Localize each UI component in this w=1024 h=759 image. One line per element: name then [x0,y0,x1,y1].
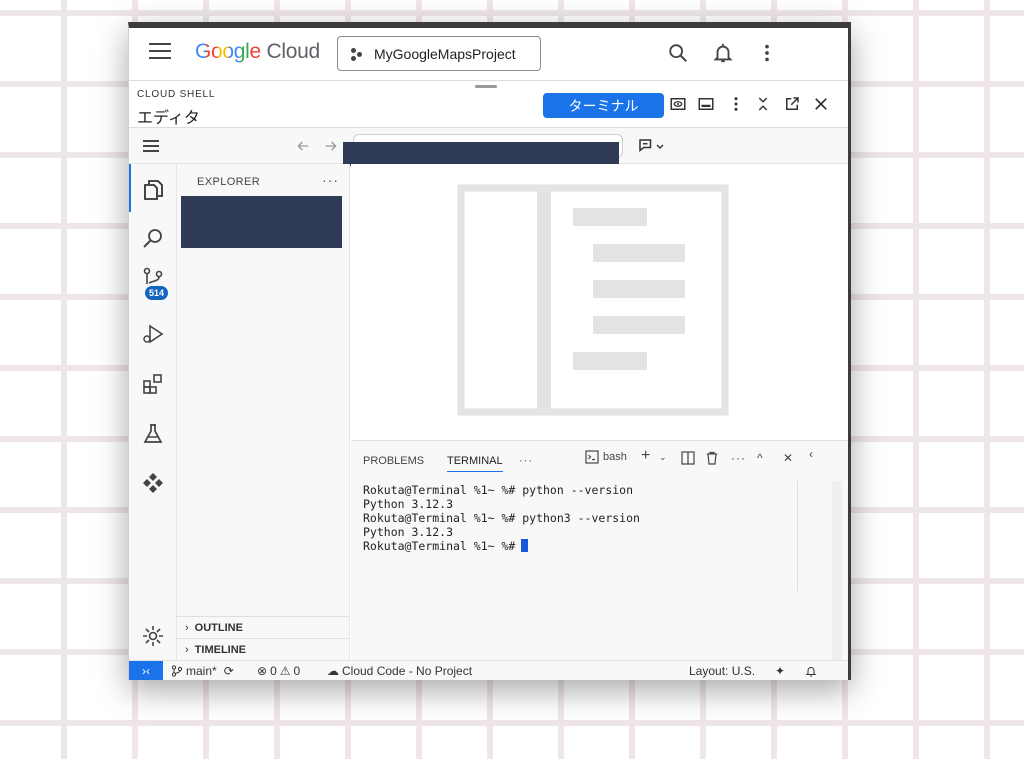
terminal-output[interactable]: Rokuta@Terminal %1~ %# python --version P… [363,483,640,553]
cloud-code-status[interactable]: ☁ Cloud Code - No Project [327,664,472,678]
panel-more-icon[interactable]: ··· [519,455,533,467]
timeline-section[interactable]: › TIMELINE [177,638,349,660]
cloud-code-icon[interactable] [141,470,165,494]
terminal-tabs-divider [797,481,798,591]
terminal-cursor [521,539,529,552]
git-branch-icon [171,665,183,677]
new-terminal-icon[interactable]: + [641,447,650,465]
copilot-chat-icon[interactable] [637,137,655,155]
editor-title: エディタ [137,110,200,127]
more-vert-icon[interactable] [756,42,778,64]
close-shell-icon[interactable] [812,95,830,113]
cloud-shell-label: CLOUD SHELL [137,89,216,100]
project-picker-button[interactable]: MyGoogleMapsProject [337,36,541,71]
code-editor: 514 EXPLORER ··· › OUTLINE › TIMELINE PR… [129,128,848,661]
redacted-file-tree [181,196,342,248]
shell-name: bash [603,451,627,463]
source-control-badge: 514 [145,286,169,300]
settings-gear-icon[interactable] [141,624,165,648]
chevron-right-icon: › [185,621,189,634]
console-header: Google Cloud MyGoogleMapsProject [129,28,848,80]
sparkle-icon[interactable]: ✦ [775,664,785,678]
open-terminal-button[interactable]: ターミナル [543,93,664,118]
explorer-files-icon[interactable] [141,178,165,202]
terminal-profile[interactable]: bash [585,450,627,464]
cloud-console-window: Google Cloud MyGoogleMapsProject CLOUD S… [128,22,851,680]
editor-menu-icon[interactable] [143,140,159,154]
notifications-icon[interactable] [712,42,734,64]
resize-handle[interactable] [475,85,497,88]
notifications-bell-icon[interactable] [805,665,817,677]
chevron-down-icon[interactable]: ⌄ [659,452,667,463]
terminal-icon [585,450,599,464]
branch-status[interactable]: main* ⟳ [171,664,234,678]
split-terminal-icon[interactable] [681,451,695,465]
open-new-window-icon[interactable] [783,95,801,113]
testing-flask-icon[interactable] [141,422,165,446]
error-icon: ⊗ [257,664,268,678]
remote-indicator-icon[interactable]: ›‹ [129,661,163,680]
search-view-icon[interactable] [141,226,165,250]
shell-more-icon[interactable] [727,95,745,113]
sync-icon: ⟳ [223,664,234,678]
chevron-right-icon: › [185,643,189,656]
google-cloud-logo[interactable]: Google Cloud [195,40,320,64]
maximize-panel-icon[interactable]: ^ [757,451,763,465]
cloud-icon: ☁ [327,664,339,678]
main-menu-icon[interactable] [149,43,171,61]
run-debug-icon[interactable] [141,322,165,346]
warning-icon: ⚠ [279,664,291,678]
chevron-down-icon[interactable] [655,142,665,152]
tab-terminal[interactable]: TERMINAL [447,455,503,472]
status-bar: ›‹ main* ⟳ ⊗ 0 ⚠ 0 ☁ Cloud Code - No Proje… [129,660,848,680]
editor-title-bar [129,128,848,166]
activity-bar: 514 [129,164,177,660]
explorer-more-icon[interactable]: ··· [322,172,339,188]
back-arrow-icon[interactable] [295,138,311,154]
minimize-icon[interactable] [754,95,772,113]
problems-status[interactable]: ⊗ 0 ⚠ 0 [257,664,300,678]
logo-google: Google [195,40,261,63]
terminal-more-icon[interactable]: ··· [731,451,746,465]
terminal-scrollbar[interactable] [832,481,842,661]
explorer-title: EXPLORER [197,176,261,188]
project-icon [350,47,364,61]
redacted-region [343,142,619,166]
active-indicator [129,164,131,212]
editor-watermark-area [351,164,848,440]
toggle-panel-icon[interactable] [697,95,715,113]
logo-cloud: Cloud [266,40,320,63]
extensions-icon[interactable] [141,372,165,396]
close-panel-icon[interactable]: ✕ [783,451,793,465]
branch-name: main* [186,664,217,678]
cloud-shell-bar: CLOUD SHELL エディタ ターミナル [129,80,848,128]
web-preview-icon[interactable] [669,95,687,113]
forward-arrow-icon[interactable] [323,138,339,154]
trash-icon[interactable] [705,451,719,465]
chevron-left-icon[interactable]: ‹ [809,447,813,461]
project-name: MyGoogleMapsProject [374,45,516,62]
tab-problems[interactable]: PROBLEMS [363,455,424,467]
bottom-panel: PROBLEMS TERMINAL ··· bash + ⌄ ··· ^ ✕ ‹… [351,440,848,661]
explorer-sidebar: EXPLORER ··· › OUTLINE › TIMELINE [177,164,350,660]
editor-watermark-icon [457,184,729,416]
outline-section[interactable]: › OUTLINE [177,616,349,638]
search-icon[interactable] [667,42,689,64]
keyboard-layout-status[interactable]: Layout: U.S. [689,664,755,678]
